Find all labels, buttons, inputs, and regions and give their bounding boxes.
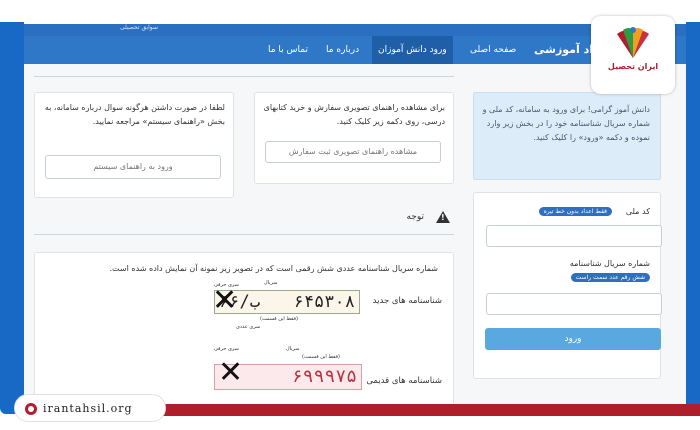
new-hint-only-this: (فقط این قسمت)	[260, 316, 298, 322]
old-hint-serial: سریال	[286, 346, 300, 352]
logo-text: ایران تحصیل	[607, 62, 659, 71]
new-id-digits: ۶۴۵۳۰۸	[293, 292, 355, 312]
serial-description: شماره سریال شناسنامه عددی شش رقمی است که…	[109, 264, 438, 273]
nav-student-login[interactable]: ورود دانش آموزان	[372, 36, 453, 64]
frame-bottom-bar	[150, 404, 700, 416]
location-pin-icon	[25, 403, 37, 415]
frame-right-bar	[686, 22, 700, 414]
order-guide-card: برای مشاهده راهنمای تصویری سفارش و خرید …	[254, 92, 454, 184]
top-strip: سوابق تحصیلی	[24, 24, 686, 36]
login-submit-button[interactable]: ورود	[485, 328, 661, 350]
old-id-digits: ۶۹۹۹۷۵	[291, 366, 357, 387]
serial-label: شماره سریال شناسنامه	[569, 259, 650, 268]
national-code-label: کد ملی	[625, 207, 650, 216]
old-hint-series-letter: سری حرفی	[214, 346, 239, 352]
divider	[34, 76, 454, 77]
system-help-card: لطفا در صورت داشتن هرگونه سوال درباره سا…	[34, 92, 234, 198]
notice-divider	[34, 234, 454, 235]
frame-left-bar	[0, 22, 24, 414]
system-help-button[interactable]: ورود به راهنمای سیستم	[45, 155, 221, 179]
order-guide-button[interactable]: مشاهده راهنمای تصویری ثبت سفارش	[265, 141, 441, 163]
watermark-badge: irantahsil.org	[14, 394, 166, 422]
national-code-input[interactable]	[486, 225, 662, 247]
nav-about[interactable]: درباره ما	[326, 36, 359, 64]
cross-mark-icon: ✕	[218, 355, 244, 390]
notice-row: توجه	[34, 208, 454, 228]
book-fan-icon	[617, 27, 649, 58]
order-guide-text: برای مشاهده راهنمای تصویری سفارش و خرید …	[263, 103, 445, 126]
nav-contact[interactable]: تماس با ما	[268, 36, 308, 64]
student-info-box: دانش آموز گرامی! برای ورود به سامانه، کد…	[473, 92, 661, 180]
navbar: تماس با ما درباره ما ورود دانش آموزان صف…	[24, 36, 686, 64]
app-window: سوابق تحصیلی تماس با ما درباره ما ورود د…	[24, 24, 686, 404]
new-hint-series-number: سری عددی	[236, 324, 261, 330]
top-strip-text: سوابق تحصیلی	[120, 24, 158, 31]
system-help-text: لطفا در صورت داشتن هرگونه سوال درباره سا…	[44, 103, 225, 126]
watermark-text: irantahsil.org	[43, 402, 133, 415]
serial-hint: شش رقم عدد سمت راست	[570, 273, 650, 282]
new-hint-serial: سریال	[264, 280, 278, 286]
new-id-label: شناسنامه های جدید	[372, 296, 442, 306]
old-id-label: شناسنامه های قدیمی	[366, 376, 442, 386]
nav-home[interactable]: صفحه اصلی	[470, 36, 516, 64]
serial-input[interactable]	[486, 293, 662, 315]
warning-icon	[436, 211, 450, 223]
login-card: کد ملی فقط اعداد بدون خط تیره شماره سریا…	[473, 192, 662, 379]
national-code-hint: فقط اعداد بدون خط تیره	[538, 207, 612, 216]
brand-logo: ایران تحصیل	[591, 16, 675, 94]
student-info-text: دانش آموز گرامی! برای ورود به سامانه، کد…	[482, 105, 650, 142]
notice-label: توجه	[406, 212, 424, 222]
cross-mark-icon: ✕	[212, 283, 238, 318]
old-hint-only-this: (فقط این قسمت)	[302, 354, 340, 360]
